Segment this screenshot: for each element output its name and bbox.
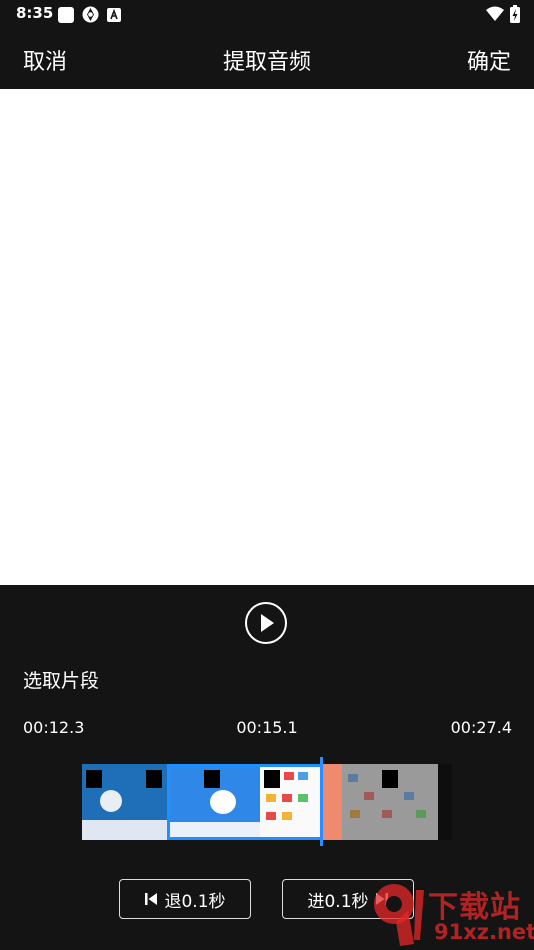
- battery-charging-icon: [510, 5, 520, 23]
- wifi-icon: [486, 6, 504, 21]
- play-icon: [261, 614, 274, 632]
- selection-range[interactable]: [167, 764, 339, 840]
- forward-0-1s-button[interactable]: 进0.1秒: [282, 879, 414, 919]
- watermark-text: 下载站: [428, 890, 521, 925]
- end-time: 00:27.4: [450, 718, 512, 737]
- frame-thumbnail: [342, 764, 438, 840]
- square-notification-icon: [58, 6, 74, 23]
- forward-button-label: 进0.1秒: [307, 891, 369, 912]
- back-0-1s-button[interactable]: 退0.1秒: [119, 879, 251, 919]
- play-button[interactable]: [245, 602, 287, 644]
- playhead[interactable]: [320, 757, 323, 846]
- skip-next-icon: [375, 893, 388, 905]
- confirm-button[interactable]: 确定: [467, 44, 511, 76]
- status-time: 8:35: [16, 4, 54, 22]
- selection-end-handle[interactable]: [322, 764, 342, 840]
- back-button-label: 退0.1秒: [164, 891, 226, 912]
- section-label: 选取片段: [23, 670, 100, 692]
- cancel-button[interactable]: 取消: [23, 44, 67, 76]
- status-icons-left: [58, 6, 121, 23]
- video-preview[interactable]: [0, 89, 534, 585]
- status-icons-right: [486, 5, 520, 23]
- a-badge-icon: [107, 7, 121, 22]
- page-title: 提取音频: [222, 50, 311, 75]
- skip-previous-icon: [145, 893, 158, 905]
- status-bar: 8:35: [0, 0, 534, 28]
- watermark-url: 91xz.net: [434, 920, 534, 944]
- frame-thumbnail: [82, 764, 167, 840]
- aperture-icon: [82, 6, 99, 23]
- title-bar: 提取音频 取消 确定: [0, 28, 534, 89]
